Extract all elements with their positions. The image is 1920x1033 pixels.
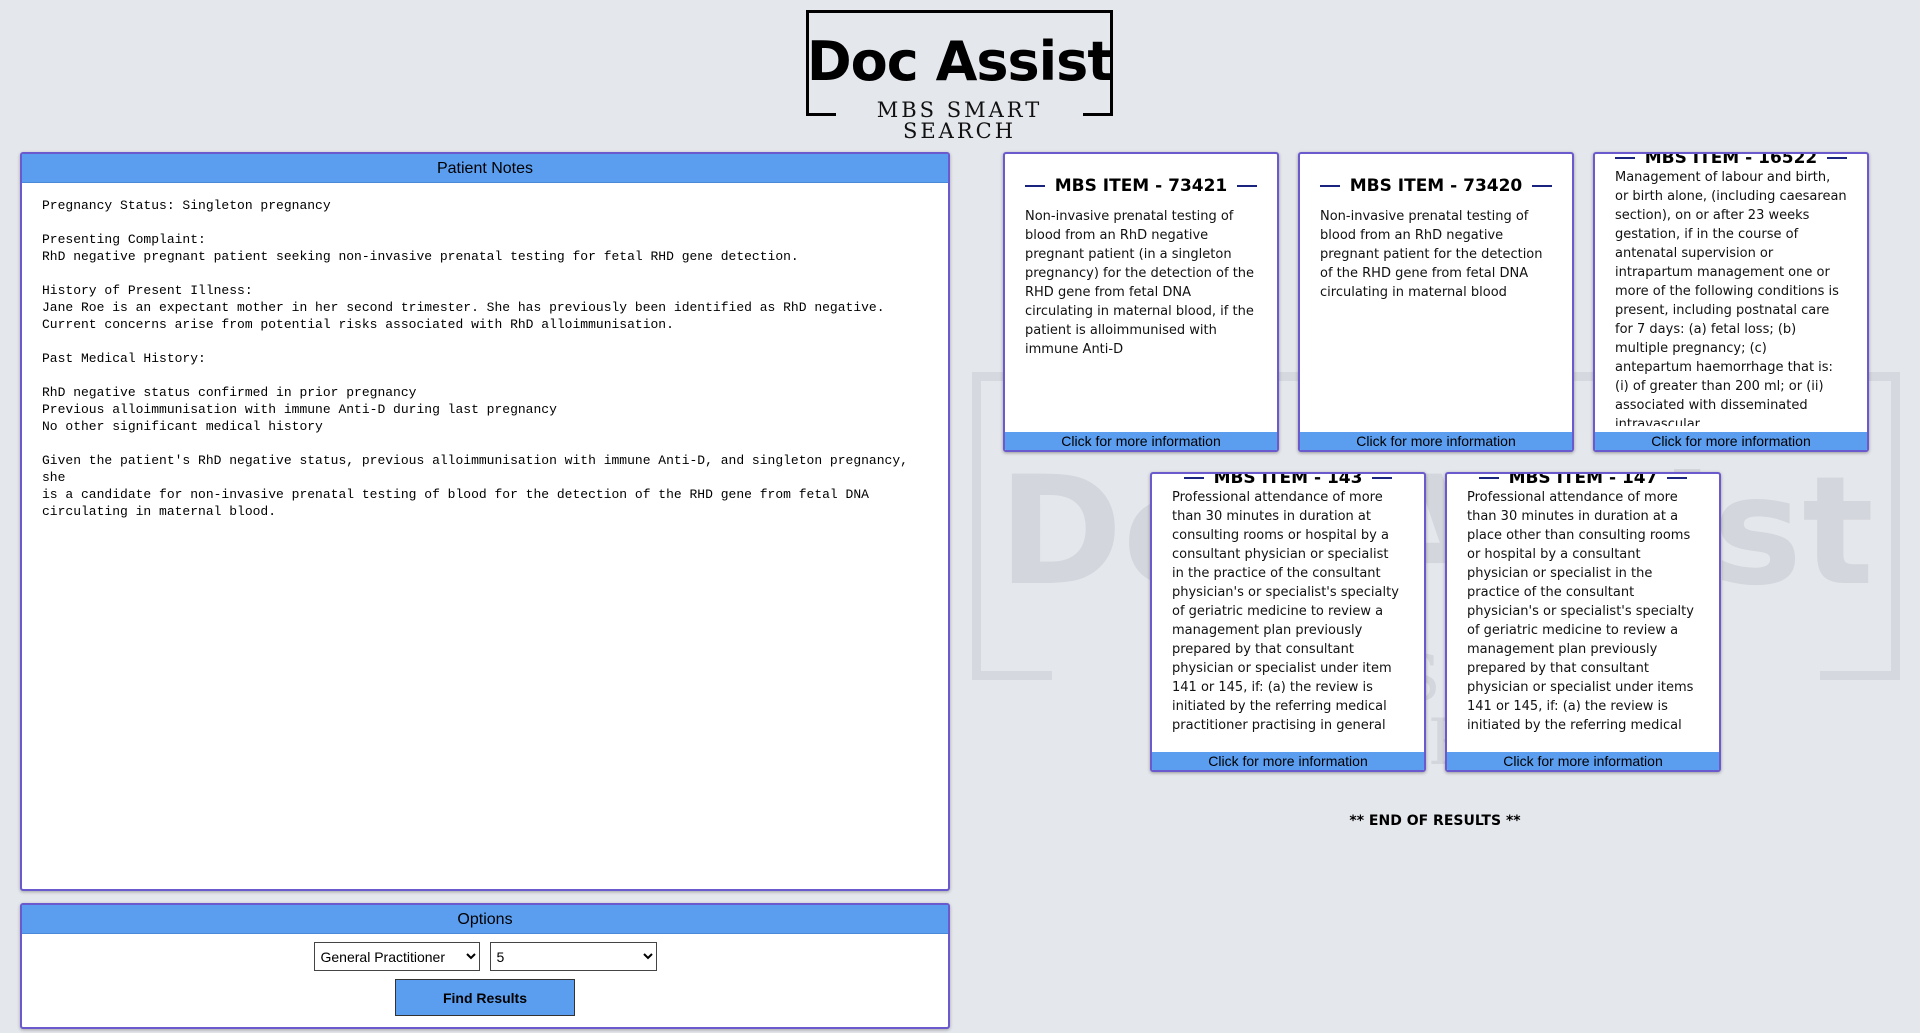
watermark-title: Doc Assist [998, 445, 1874, 619]
title-dash-right [1827, 157, 1848, 159]
title-dash-right [1372, 477, 1393, 479]
card-body: MBS ITEM - 73421 Non-invasive prenatal t… [1005, 154, 1277, 426]
card-title-text: MBS ITEM - 73420 [1349, 176, 1523, 196]
title-dash-left [1183, 477, 1204, 479]
more-info-link[interactable]: Click for more information [1005, 432, 1277, 450]
title-dash-left [1614, 157, 1635, 159]
card-title-text: MBS ITEM - 147 [1508, 474, 1658, 488]
result-card-73421[interactable]: MBS ITEM - 73421 Non-invasive prenatal t… [1003, 152, 1279, 452]
app-logo: Doc Assist MBS SMART SEARCH [806, 10, 1113, 142]
title-dash-left [1024, 185, 1045, 187]
result-card-147[interactable]: MBS ITEM - 147 Professional attendance o… [1445, 472, 1721, 772]
more-info-link[interactable]: Click for more information [1595, 432, 1867, 450]
result-count-select[interactable]: 5 [489, 942, 657, 971]
patient-notes-header: Patient Notes [22, 154, 948, 183]
card-description: Management of labour and birth, or birth… [1615, 170, 1847, 426]
options-panel: Options General Practitioner 5 Find Resu… [20, 903, 950, 1029]
card-description: Non-invasive prenatal testing of blood f… [1025, 209, 1255, 357]
card-description: Non-invasive prenatal testing of blood f… [1320, 209, 1543, 300]
patient-notes-textarea[interactable]: Pregnancy Status: Singleton pregnancy Pr… [22, 183, 948, 534]
result-card-73420[interactable]: MBS ITEM - 73420 Non-invasive prenatal t… [1298, 152, 1574, 452]
title-dash-right [1667, 477, 1688, 479]
card-title: MBS ITEM - 147 [1447, 474, 1719, 488]
card-title: MBS ITEM - 143 [1152, 474, 1424, 488]
options-row: General Practitioner 5 [22, 942, 948, 971]
card-title: MBS ITEM - 73420 [1300, 154, 1572, 196]
title-dash-left [1478, 477, 1499, 479]
more-info-link[interactable]: Click for more information [1447, 752, 1719, 770]
card-title: MBS ITEM - 73421 [1005, 154, 1277, 196]
end-of-results-label: ** END OF RESULTS ** [1349, 813, 1521, 829]
result-card-16522[interactable]: MBS ITEM - 16522 Management of labour an… [1593, 152, 1869, 452]
title-dash-left [1319, 185, 1340, 187]
more-info-link[interactable]: Click for more information [1300, 432, 1572, 450]
profession-select[interactable]: General Practitioner [313, 942, 480, 971]
title-dash-right [1532, 185, 1553, 187]
card-title-text: MBS ITEM - 16522 [1644, 154, 1818, 168]
card-body: MBS ITEM - 16522 Management of labour an… [1595, 154, 1867, 426]
logo-title: Doc Assist [806, 30, 1113, 93]
card-description: Professional attendance of more than 30 … [1467, 490, 1694, 733]
card-title-text: MBS ITEM - 73421 [1054, 176, 1228, 196]
card-title: MBS ITEM - 16522 [1595, 154, 1867, 168]
card-description: Professional attendance of more than 30 … [1172, 490, 1399, 733]
options-header: Options [22, 905, 948, 934]
logo-subtitle: MBS SMART SEARCH [836, 100, 1083, 142]
result-card-143[interactable]: MBS ITEM - 143 Professional attendance o… [1150, 472, 1426, 772]
find-results-button[interactable]: Find Results [395, 979, 575, 1016]
card-title-text: MBS ITEM - 143 [1213, 474, 1363, 488]
more-info-link[interactable]: Click for more information [1152, 752, 1424, 770]
card-body: MBS ITEM - 73420 Non-invasive prenatal t… [1300, 154, 1572, 426]
title-dash-right [1237, 185, 1258, 187]
card-body: MBS ITEM - 143 Professional attendance o… [1152, 474, 1424, 746]
card-body: MBS ITEM - 147 Professional attendance o… [1447, 474, 1719, 746]
patient-notes-panel: Patient Notes Pregnancy Status: Singleto… [20, 152, 950, 891]
